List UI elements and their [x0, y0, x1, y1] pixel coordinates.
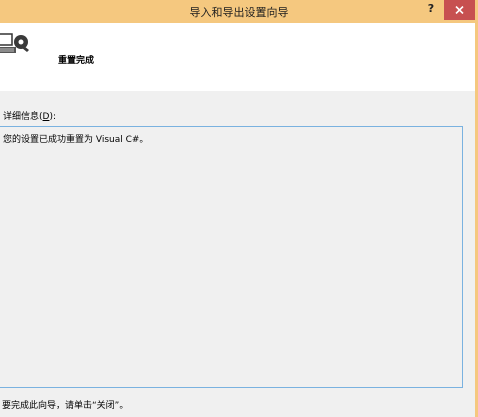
- close-icon: [455, 6, 464, 14]
- help-button[interactable]: ?: [418, 0, 444, 20]
- details-label: 详细信息(D):: [3, 109, 56, 122]
- details-label-prefix: 详细信息(: [3, 112, 43, 122]
- title-bar[interactable]: 导入和导出设置向导 ?: [0, 0, 478, 23]
- details-label-suffix: ):: [49, 112, 56, 122]
- footer-instruction: 要完成此向导，请单击“关闭”。: [2, 401, 129, 411]
- details-text: 您的设置已成功重置为 Visual C#。: [3, 135, 149, 145]
- details-textbox[interactable]: 您的设置已成功重置为 Visual C#。: [0, 126, 463, 388]
- settings-wizard-icon: [0, 33, 29, 53]
- window-title: 导入和导出设置向导: [189, 6, 289, 19]
- close-button[interactable]: [444, 0, 475, 20]
- wizard-window: 导入和导出设置向导 ? 重置完成 详细信息(D): 您的设置已成功重置为 Vis…: [0, 0, 478, 417]
- header-panel: 重置完成: [0, 23, 475, 91]
- page-title: 重置完成: [58, 56, 95, 66]
